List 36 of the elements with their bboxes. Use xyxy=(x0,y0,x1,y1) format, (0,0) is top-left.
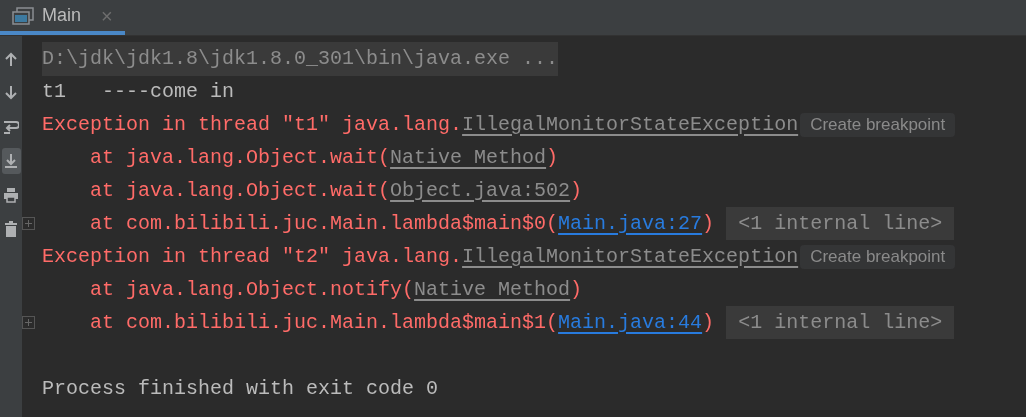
source-link[interactable]: Main.java:27 xyxy=(558,208,703,239)
scroll-to-end-icon xyxy=(3,153,19,169)
down-arrow-icon xyxy=(3,85,19,101)
link[interactable]: IllegalMonitorStateException xyxy=(462,109,799,140)
console-text: t1 ----come in xyxy=(42,78,235,105)
error-text: ) xyxy=(570,177,583,204)
create-breakpoint-button[interactable]: Create breakpoint xyxy=(800,112,956,137)
error-text: at java.lang.Object.notify( xyxy=(90,276,415,303)
console-text: Process finished with exit code 0 xyxy=(42,375,439,402)
printer-icon xyxy=(3,187,19,203)
console-window-icon xyxy=(12,6,34,25)
expand-icon[interactable] xyxy=(22,217,35,230)
link[interactable]: Native Method xyxy=(414,274,571,305)
error-text: ) xyxy=(702,210,715,237)
create-breakpoint-button[interactable]: Create breakpoint xyxy=(800,244,956,269)
source-link[interactable]: Main.java:44 xyxy=(558,307,703,338)
error-text: Exception in thread "t2" java.lang. xyxy=(42,243,463,270)
link[interactable]: Native Method xyxy=(390,142,547,173)
collapsed-lines-button[interactable]: <1 internal line> xyxy=(726,306,955,339)
collapsed-lines-button[interactable]: <1 internal line> xyxy=(726,207,955,240)
trash-icon xyxy=(3,221,19,237)
soft-wrap-icon xyxy=(3,119,19,135)
error-text: at java.lang.Object.wait( xyxy=(90,177,391,204)
close-tab-button[interactable]: × xyxy=(101,0,113,31)
error-text: at com.bilibili.juc.Main.lambda$main$0( xyxy=(90,210,559,237)
error-text: ) xyxy=(570,276,583,303)
link[interactable]: IllegalMonitorStateException xyxy=(462,241,799,272)
scroll-to-end-button[interactable] xyxy=(1,148,21,174)
link[interactable]: Object.java:502 xyxy=(390,175,571,206)
error-text: ) xyxy=(546,144,559,171)
up-arrow-icon xyxy=(3,51,19,67)
error-text: at java.lang.Object.wait( xyxy=(90,144,391,171)
error-text: Exception in thread "t1" java.lang. xyxy=(42,111,463,138)
error-text: at com.bilibili.juc.Main.lambda$main$1( xyxy=(90,309,559,336)
error-text: ) xyxy=(702,309,715,336)
expand-icon[interactable] xyxy=(22,316,35,329)
